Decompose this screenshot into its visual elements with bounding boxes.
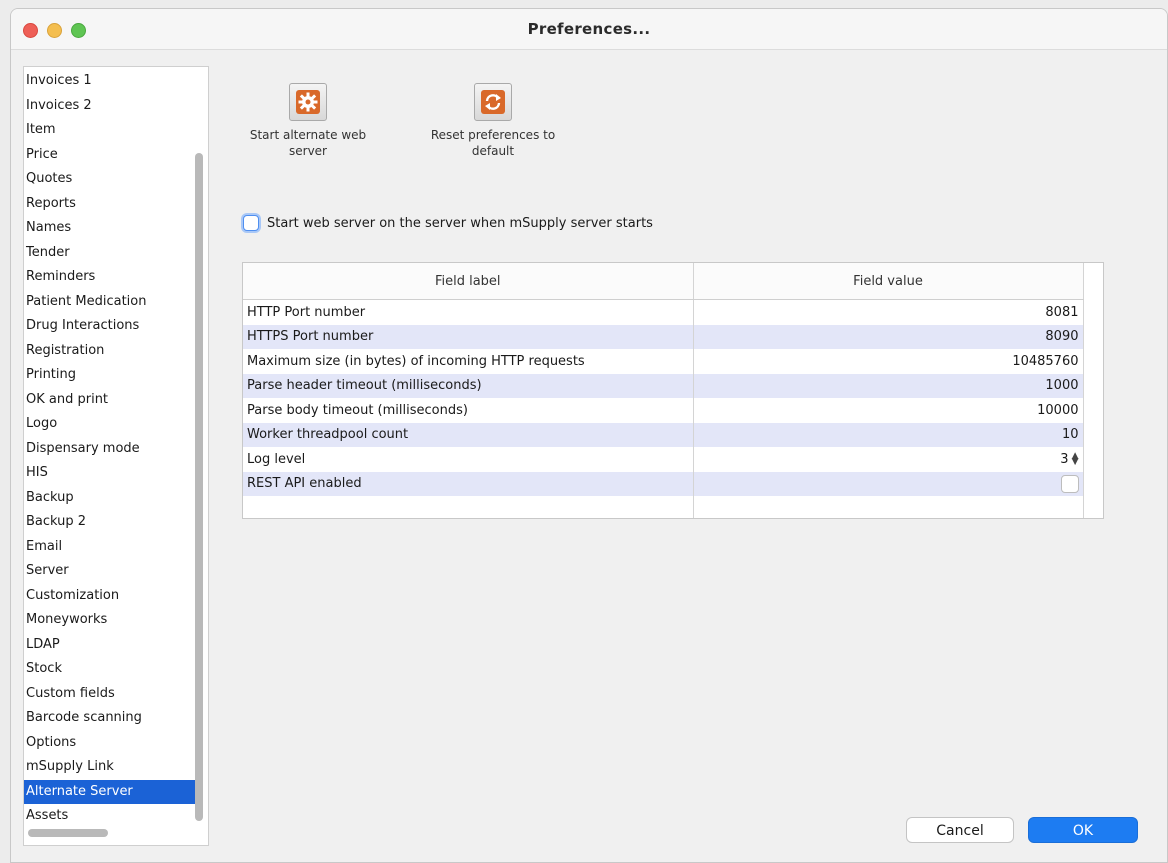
sidebar-item-ldap[interactable]: LDAP (24, 633, 198, 658)
start-on-server-checkbox[interactable] (243, 215, 259, 231)
field-value-cell[interactable]: 8090 (693, 324, 1084, 349)
empty-cell (693, 496, 1084, 518)
sidebar-item-price[interactable]: Price (24, 143, 198, 168)
field-label-cell: HTTP Port number (243, 299, 694, 325)
table-row[interactable]: REST API enabled (243, 471, 1084, 496)
window-title: Preferences... (527, 20, 651, 38)
stepper-arrows-icon[interactable]: ▲ ▼ (1072, 452, 1079, 467)
sidebar-item-tender[interactable]: Tender (24, 241, 198, 266)
sidebar-item-quotes[interactable]: Quotes (24, 167, 198, 192)
start-alternate-web-server-button[interactable]: Start alternate web server (239, 83, 377, 159)
sidebar-item-stock[interactable]: Stock (24, 657, 198, 682)
table-row[interactable]: Log level 3 ▲ ▼ (243, 447, 1084, 472)
table-row[interactable]: Parse body timeout (milliseconds) 10000 (243, 398, 1084, 423)
log-level-value: 3 (1060, 451, 1069, 467)
sidebar-item-dispensary-mode[interactable]: Dispensary mode (24, 437, 198, 462)
sidebar-item-custom-fields[interactable]: Custom fields (24, 682, 198, 707)
table-row[interactable]: HTTPS Port number 8090 (243, 324, 1084, 349)
start-on-server-label: Start web server on the server when mSup… (267, 215, 653, 231)
field-label-cell: HTTPS Port number (243, 324, 694, 349)
reset-prefs-label-line1: Reset preferences to (430, 128, 556, 142)
field-value-cell[interactable]: 10485760 (693, 349, 1084, 374)
sidebar-item-drug-interactions[interactable]: Drug Interactions (24, 314, 198, 339)
settings-grid: Field label Field value HTTP Port number… (242, 262, 1104, 519)
sidebar-vertical-scrollbar[interactable] (195, 153, 203, 821)
title-bar: Preferences... (11, 9, 1167, 50)
start-on-server-option[interactable]: Start web server on the server when mSup… (243, 215, 653, 231)
sidebar-horizontal-scrollbar[interactable] (28, 829, 108, 837)
sidebar-item-item[interactable]: Item (24, 118, 198, 143)
field-label-cell: Maximum size (in bytes) of incoming HTTP… (243, 349, 694, 374)
start-server-label-line2: server (289, 144, 327, 158)
start-server-label-line1: Start alternate web (249, 128, 367, 142)
sidebar-item-logo[interactable]: Logo (24, 412, 198, 437)
field-label-cell: REST API enabled (243, 471, 694, 496)
column-header-field-value[interactable]: Field value (693, 263, 1084, 300)
field-label-cell: Log level (243, 447, 694, 472)
field-label-cell: Parse body timeout (milliseconds) (243, 398, 694, 423)
sidebar-item-customization[interactable]: Customization (24, 584, 198, 609)
table-row[interactable]: Maximum size (in bytes) of incoming HTTP… (243, 349, 1084, 374)
sidebar-item-printing[interactable]: Printing (24, 363, 198, 388)
field-value-cell[interactable]: 3 ▲ ▼ (693, 447, 1084, 472)
sidebar-item-names[interactable]: Names (24, 216, 198, 241)
field-value-cell[interactable]: 1000 (693, 373, 1084, 398)
sidebar-item-reports[interactable]: Reports (24, 192, 198, 217)
empty-row[interactable] (243, 496, 1084, 518)
column-header-field-label[interactable]: Field label (243, 263, 694, 300)
sidebar-item-invoices-1[interactable]: Invoices 1 (24, 69, 198, 94)
field-label-cell: Worker threadpool count (243, 422, 694, 447)
sidebar-item-options[interactable]: Options (24, 731, 198, 756)
sidebar-item-ok-and-print[interactable]: OK and print (24, 388, 198, 413)
table-row[interactable]: HTTP Port number 8081 (243, 299, 1084, 325)
preferences-sidebar: Invoices 1 Invoices 2 Item Price Quotes Repor… (23, 66, 209, 846)
table-row[interactable]: Worker threadpool count 10 (243, 422, 1084, 447)
field-value-cell[interactable]: 10000 (693, 398, 1084, 423)
sidebar-item-patient-medication[interactable]: Patient Medication (24, 290, 198, 315)
sidebar-item-reminders[interactable]: Reminders (24, 265, 198, 290)
sidebar-item-registration[interactable]: Registration (24, 339, 198, 364)
sidebar-item-assets[interactable]: Assets (24, 804, 198, 829)
sidebar-list: Invoices 1 Invoices 2 Item Price Quotes Repor… (24, 67, 198, 829)
table-row[interactable]: Parse header timeout (milliseconds) 1000 (243, 373, 1084, 398)
sidebar-item-server[interactable]: Server (24, 559, 198, 584)
empty-cell (243, 496, 694, 518)
cancel-button[interactable]: Cancel (906, 817, 1014, 843)
sidebar-item-alternate-server[interactable]: Alternate Server (24, 779, 198, 804)
gear-icon (289, 83, 327, 121)
field-label-cell: Parse header timeout (milliseconds) (243, 373, 694, 398)
rest-api-enabled-checkbox[interactable] (1060, 474, 1079, 493)
sidebar-item-barcode-scanning[interactable]: Barcode scanning (24, 706, 198, 731)
sidebar-item-email[interactable]: Email (24, 535, 198, 560)
sidebar-item-backup[interactable]: Backup (24, 486, 198, 511)
field-value-cell[interactable]: 10 (693, 422, 1084, 447)
sidebar-item-his[interactable]: HIS (24, 461, 198, 486)
reset-prefs-label-line2: default (471, 144, 515, 158)
sidebar-item-backup-2[interactable]: Backup 2 (24, 510, 198, 535)
field-value-cell[interactable]: 8081 (693, 299, 1084, 325)
reset-preferences-button[interactable]: Reset preferences to default (419, 83, 567, 159)
sidebar-item-moneyworks[interactable]: Moneyworks (24, 608, 198, 633)
field-value-cell[interactable] (693, 471, 1084, 496)
sidebar-item-invoices-2[interactable]: Invoices 2 (24, 94, 198, 119)
preferences-window: Preferences... Invoices 1 Invoices 2 Item P… (10, 8, 1168, 863)
sidebar-item-msupply-link[interactable]: mSupply Link (24, 755, 198, 780)
reset-icon (474, 83, 512, 121)
ok-button[interactable]: OK (1028, 817, 1138, 843)
